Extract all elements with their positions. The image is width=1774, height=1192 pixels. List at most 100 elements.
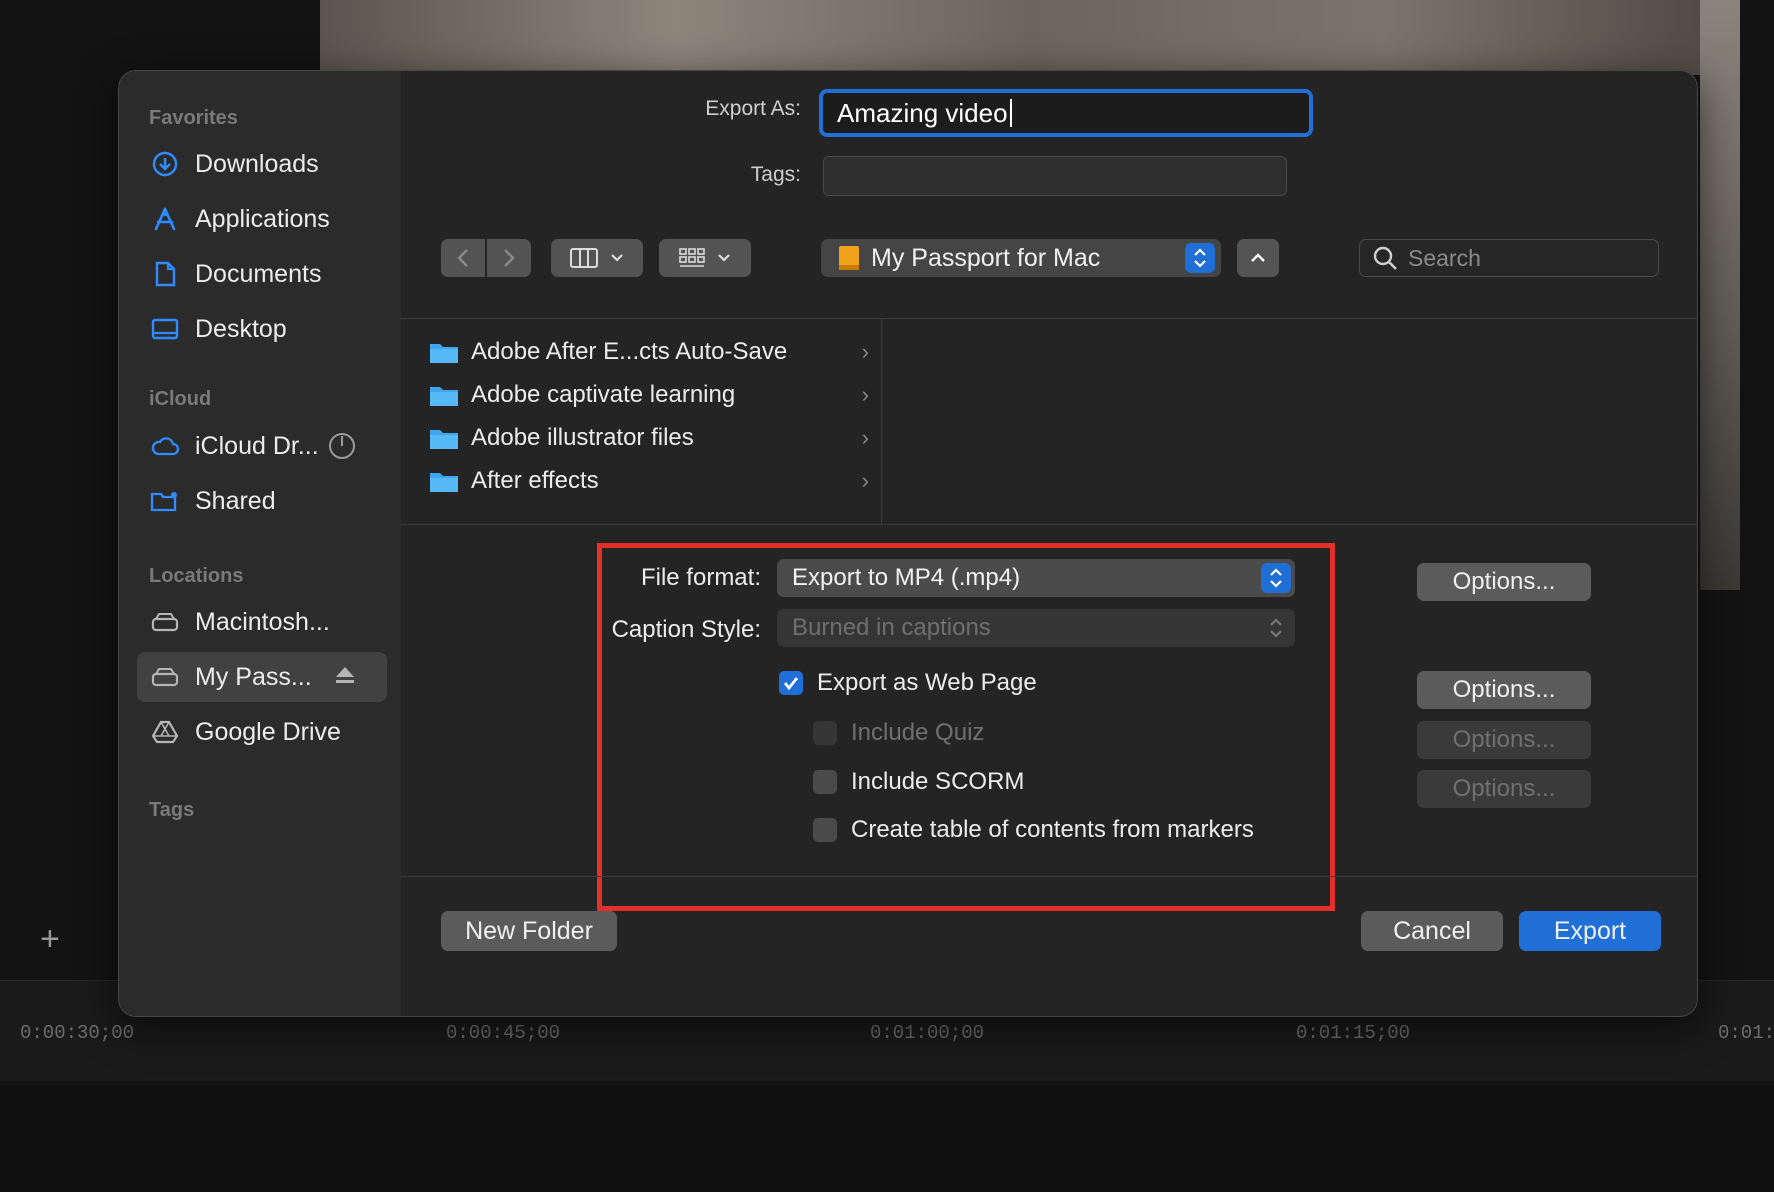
download-icon bbox=[149, 148, 181, 180]
column-divider bbox=[881, 319, 882, 524]
locations-heading: Locations bbox=[149, 565, 244, 587]
caption-style-label: Caption Style: bbox=[611, 616, 761, 643]
divider bbox=[401, 876, 1697, 877]
web-page-options-button[interactable]: Options... bbox=[1417, 671, 1591, 709]
video-preview bbox=[320, 0, 1740, 75]
cloud-icon bbox=[149, 430, 181, 462]
sidebar-item-icloud-drive[interactable]: iCloud Dr... bbox=[137, 421, 387, 471]
sidebar-item-google-drive[interactable]: Google Drive bbox=[137, 707, 387, 757]
sidebar-item-label: Downloads bbox=[195, 149, 319, 178]
sidebar-item-label: Applications bbox=[195, 204, 330, 233]
applications-icon bbox=[149, 203, 181, 235]
file-list-item[interactable]: Adobe After E...cts Auto-Save › bbox=[429, 333, 869, 371]
checkbox-label: Include SCORM bbox=[851, 768, 1025, 795]
sidebar-item-macintosh[interactable]: Macintosh... bbox=[137, 597, 387, 647]
shared-folder-icon bbox=[149, 485, 181, 517]
folder-icon bbox=[429, 426, 459, 450]
search-placeholder: Search bbox=[1408, 244, 1481, 271]
timeline-tick: 0:01:15;00 bbox=[1296, 1022, 1411, 1044]
sidebar-item-my-passport[interactable]: My Pass... bbox=[137, 652, 387, 702]
add-track-icon[interactable]: + bbox=[40, 920, 60, 959]
up-down-arrows-icon bbox=[1261, 563, 1291, 593]
sidebar-item-shared[interactable]: Shared bbox=[137, 476, 387, 526]
search-field[interactable]: Search bbox=[1359, 239, 1659, 277]
sidebar: Favorites Downloads Applications Documen… bbox=[119, 71, 401, 1016]
chevron-right-icon: › bbox=[861, 382, 869, 407]
scorm-options-button[interactable]: Options... bbox=[1417, 770, 1591, 808]
file-format-popup[interactable]: Export to MP4 (.mp4) bbox=[777, 559, 1295, 597]
checkmark-icon bbox=[779, 671, 803, 695]
checkbox-label: Create table of contents from markers bbox=[851, 816, 1254, 843]
chevron-right-icon: › bbox=[861, 339, 869, 364]
group-view-button[interactable] bbox=[659, 239, 751, 277]
export-web-page-checkbox[interactable]: Export as Web Page bbox=[779, 669, 1037, 697]
checkbox-label: Include Quiz bbox=[851, 719, 985, 746]
divider bbox=[401, 318, 1697, 319]
file-format-value: Export to MP4 (.mp4) bbox=[792, 564, 1021, 591]
tags-heading: Tags bbox=[149, 799, 195, 821]
new-folder-button[interactable]: New Folder bbox=[441, 911, 617, 951]
up-down-arrows-icon bbox=[1261, 613, 1291, 643]
chevron-right-icon: › bbox=[861, 425, 869, 450]
sidebar-item-label: Google Drive bbox=[195, 717, 341, 746]
sidebar-item-label: Shared bbox=[195, 486, 276, 515]
sidebar-item-documents[interactable]: Documents bbox=[137, 249, 387, 299]
drive-icon bbox=[149, 661, 181, 693]
checkbox-label: Export as Web Page bbox=[817, 669, 1037, 696]
export-as-label: Export As: bbox=[705, 97, 801, 120]
expand-collapse-button[interactable] bbox=[1237, 239, 1279, 277]
caption-style-popup[interactable]: Burned in captions bbox=[777, 609, 1295, 647]
folder-icon bbox=[429, 383, 459, 407]
quiz-options-button[interactable]: Options... bbox=[1417, 721, 1591, 759]
include-scorm-checkbox[interactable]: Include SCORM bbox=[813, 768, 1024, 796]
sidebar-item-downloads[interactable]: Downloads bbox=[137, 139, 387, 189]
sidebar-item-label: My Pass... bbox=[195, 662, 312, 691]
file-list-item[interactable]: After effects › bbox=[429, 462, 869, 500]
forward-button[interactable] bbox=[487, 239, 531, 277]
sidebar-item-label: Documents bbox=[195, 259, 322, 288]
file-name: Adobe illustrator files bbox=[471, 424, 694, 451]
create-toc-checkbox[interactable]: Create table of contents from markers bbox=[813, 816, 1311, 844]
file-name: Adobe captivate learning bbox=[471, 381, 736, 408]
sidebar-item-label: iCloud Dr... bbox=[195, 431, 319, 460]
file-name: Adobe After E...cts Auto-Save bbox=[471, 338, 788, 365]
column-view-button[interactable] bbox=[551, 239, 643, 277]
column-view-icon bbox=[570, 248, 598, 268]
chevron-right-icon bbox=[504, 249, 515, 267]
google-drive-icon bbox=[149, 716, 181, 748]
sidebar-item-label: Desktop bbox=[195, 314, 287, 343]
divider bbox=[401, 524, 1697, 525]
grid-view-icon bbox=[679, 248, 705, 267]
cancel-button[interactable]: Cancel bbox=[1361, 911, 1503, 951]
folder-icon bbox=[429, 469, 459, 493]
external-drive-icon bbox=[837, 244, 861, 272]
document-icon bbox=[149, 258, 181, 290]
folder-icon bbox=[429, 340, 459, 364]
include-quiz-checkbox[interactable]: Include Quiz bbox=[813, 719, 984, 747]
chevron-down-icon bbox=[611, 254, 623, 262]
sidebar-item-applications[interactable]: Applications bbox=[137, 194, 387, 244]
tags-input[interactable] bbox=[823, 156, 1287, 196]
chevron-down-icon bbox=[718, 254, 730, 262]
file-list-item[interactable]: Adobe captivate learning › bbox=[429, 376, 869, 414]
file-format-options-button[interactable]: Options... bbox=[1417, 563, 1591, 601]
file-list-item[interactable]: Adobe illustrator files › bbox=[429, 419, 869, 457]
chevron-right-icon: › bbox=[861, 468, 869, 493]
location-popup[interactable]: My Passport for Mac bbox=[821, 239, 1221, 277]
sidebar-item-desktop[interactable]: Desktop bbox=[137, 304, 387, 354]
bottom-bar bbox=[0, 1085, 1774, 1192]
drive-icon bbox=[149, 606, 181, 638]
search-icon bbox=[1373, 246, 1397, 270]
chevron-up-icon bbox=[1251, 253, 1265, 262]
tags-label: Tags: bbox=[750, 163, 801, 186]
timeline-tick: 0:01:00;00 bbox=[870, 1022, 985, 1044]
filename-input[interactable]: Amazing video bbox=[819, 89, 1313, 137]
timeline-tick: 0:01:3 bbox=[1718, 1022, 1774, 1044]
video-preview-edge bbox=[1700, 0, 1740, 590]
sidebar-item-label: Macintosh... bbox=[195, 607, 330, 636]
chevron-left-icon bbox=[457, 249, 468, 267]
back-button[interactable] bbox=[441, 239, 485, 277]
icloud-heading: iCloud bbox=[149, 388, 212, 410]
export-button[interactable]: Export bbox=[1519, 911, 1661, 951]
eject-icon[interactable] bbox=[334, 663, 356, 692]
